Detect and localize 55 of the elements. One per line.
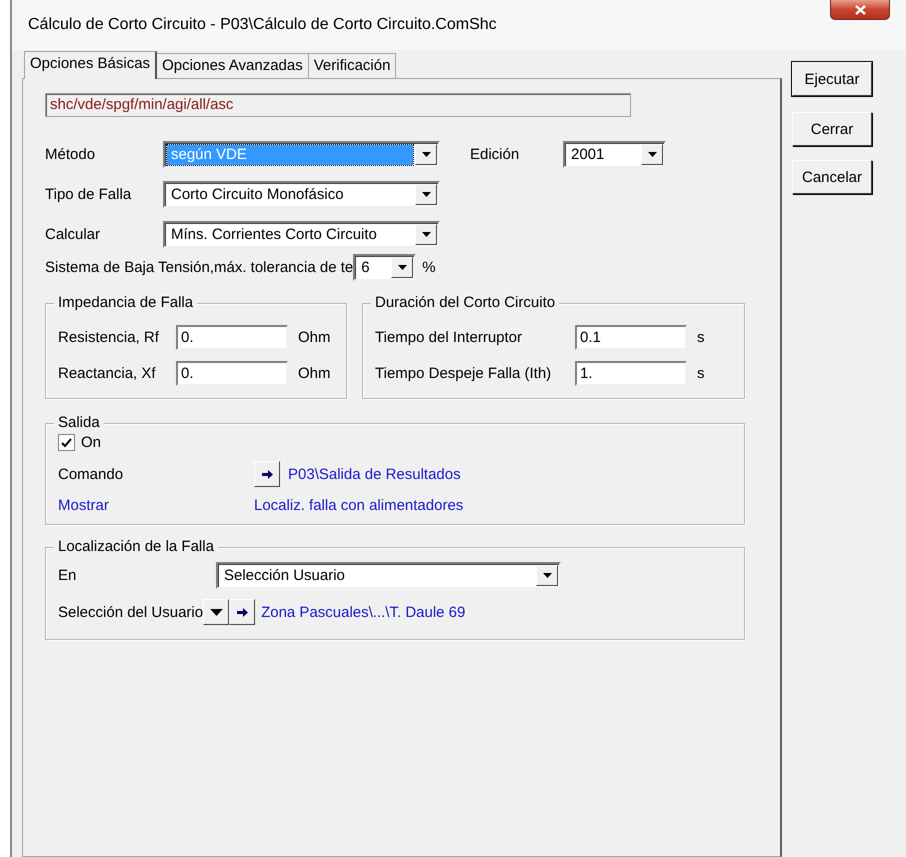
dropdown-button[interactable]	[203, 599, 230, 625]
button[interactable]: Ejecutar	[792, 62, 872, 96]
field-label: Calcular	[45, 226, 102, 243]
field-label: Tiempo del Interruptor	[375, 329, 524, 346]
checkbox[interactable]	[58, 434, 75, 451]
caret-icon	[422, 152, 430, 157]
input-field[interactable]: 0.	[176, 325, 288, 350]
input-field[interactable]: 0.	[176, 361, 288, 386]
dropdown[interactable]: Corto Circuito Monofásico	[163, 181, 440, 208]
unit-label: s	[697, 329, 704, 346]
field-label: Edición	[470, 146, 520, 163]
field-label: Resistencia, Rf	[58, 329, 160, 346]
caret-icon	[210, 608, 223, 616]
dropdown[interactable]: Míns. Corrientes Corto Circuito	[163, 221, 440, 248]
arrow-button[interactable]	[254, 461, 280, 487]
button[interactable]: Cerrar	[792, 112, 872, 146]
command-field[interactable]: shc/vde/spgf/min/agi/all/asc	[45, 93, 631, 117]
field-label: Método	[45, 146, 96, 163]
field-label: Reactancia, Xf	[58, 365, 157, 382]
check-icon	[61, 438, 72, 448]
tab[interactable]: Verificación	[308, 53, 396, 78]
field-label: Tipo de Falla	[45, 186, 132, 203]
tab[interactable]: Opciones Básicas	[24, 51, 158, 79]
link[interactable]: Zona Pascuales\...\T. Daule 69	[261, 604, 466, 620]
window-title: Cálculo de Corto Circuito - P03\Cálculo de Corto Circuito.ComShc	[28, 16, 497, 35]
group-title: Impedancia de Falla	[54, 294, 198, 311]
dropdown[interactable]: 2001	[563, 141, 666, 168]
unit-label: Ohm	[298, 365, 331, 382]
link[interactable]: Localiz. falla con alimentadores	[254, 497, 464, 514]
field-label: Tiempo Despeje Falla (Ith)	[375, 365, 552, 382]
unit-label: s	[697, 365, 704, 382]
arrow-icon	[262, 470, 272, 478]
dropdown[interactable]: 6	[353, 254, 416, 281]
unit-label: Ohm	[298, 329, 331, 346]
link[interactable]: Mostrar	[58, 497, 254, 514]
dropdown[interactable]: Selección Usuario	[216, 562, 561, 589]
caret-icon	[398, 265, 407, 270]
close-button[interactable]	[830, 0, 890, 20]
close-icon	[854, 4, 866, 14]
button[interactable]: Cancelar	[792, 160, 872, 194]
input-field[interactable]: 0.1	[575, 325, 687, 350]
field-label: Sistema de Baja Tensión,máx. tolerancia de te	[45, 259, 354, 276]
caret-icon	[648, 152, 656, 157]
input-field[interactable]: 1.	[575, 361, 687, 386]
caret-icon	[422, 232, 430, 237]
field-label: Comando	[58, 466, 124, 482]
arrow-button[interactable]	[229, 599, 256, 625]
unit-label: %	[422, 259, 436, 276]
arrow-icon	[236, 608, 248, 616]
caret-icon	[422, 192, 430, 197]
caret-icon	[542, 573, 552, 578]
field-label: Selección del Usuario	[58, 604, 204, 620]
checkbox-label: On	[81, 434, 102, 451]
field-label: En	[58, 567, 78, 584]
link[interactable]: P03\Salida de Resultados	[288, 466, 461, 482]
